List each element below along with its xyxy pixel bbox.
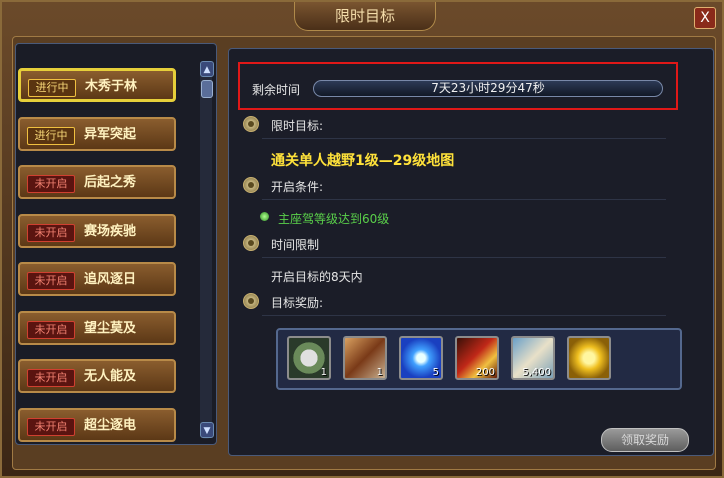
task-status-badge: 未开启 — [27, 272, 75, 290]
bullet-coin-icon — [243, 293, 259, 309]
task-status-badge: 进行中 — [28, 79, 76, 97]
divider — [262, 199, 666, 200]
reward-quantity: 1 — [320, 367, 327, 378]
task-label: 后起之秀 — [84, 175, 137, 190]
task-status-badge: 未开启 — [27, 223, 75, 242]
reward-quantity: 1 — [376, 367, 383, 378]
remaining-time-label: 剩余时间 — [252, 83, 301, 97]
task-status-badge: 未开启 — [27, 175, 75, 193]
reward-quantity: 5 — [432, 367, 439, 378]
time-limit-heading: 时间限制 — [271, 238, 320, 252]
condition-heading: 开启条件: — [271, 180, 324, 194]
character-card-icon[interactable]: 1 — [343, 336, 387, 380]
task-label: 木秀于林 — [85, 79, 138, 94]
task-label: 异军突起 — [84, 126, 137, 142]
task-item[interactable]: 未开启 后起之秀 — [18, 165, 176, 199]
task-label: 超尘逐电 — [84, 417, 137, 433]
goal-text: 通关单人越野1级—29级地图 — [271, 153, 455, 169]
divider — [262, 315, 666, 316]
scroll-up-icon[interactable]: ▲ — [200, 61, 214, 77]
divider — [262, 138, 666, 139]
task-item[interactable]: 未开启 无人能及 — [18, 359, 176, 393]
bullet-coin-icon — [243, 177, 259, 193]
scroll-thumb[interactable] — [201, 80, 213, 98]
task-label: 望尘莫及 — [84, 320, 137, 336]
window-title: 限时目标 — [294, 2, 436, 31]
condition-status-icon — [260, 212, 269, 221]
scroll-icon[interactable]: 5,400 — [511, 336, 555, 380]
divider — [262, 257, 666, 258]
scroll-down-icon[interactable]: ▼ — [200, 422, 214, 438]
bullet-coin-icon — [243, 235, 259, 251]
reward-quantity: 200 — [475, 367, 495, 378]
task-item[interactable]: 未开启 超尘逐电 — [18, 407, 176, 442]
task-item[interactable]: 未开启 追风逐日 — [18, 262, 176, 296]
task-item[interactable]: 进行中 异军突起 — [18, 116, 176, 151]
task-label: 无人能及 — [84, 369, 137, 384]
task-status-badge: 未开启 — [27, 320, 75, 339]
task-item[interactable]: 未开启 赛场疾驰 — [18, 213, 176, 248]
bullet-coin-icon — [243, 116, 259, 132]
task-status-badge: 未开启 — [27, 417, 75, 436]
condition-text: 主座驾等级达到60级 — [278, 212, 390, 226]
task-status-badge: 未开启 — [27, 369, 75, 387]
task-item[interactable]: 进行中 木秀于林 — [18, 68, 176, 102]
title-bar: 限时目标 X — [2, 2, 722, 32]
remaining-time-bar: 7天23小时29分47秒 — [313, 80, 663, 97]
gold-coin-icon[interactable] — [567, 336, 611, 380]
reward-quantity: 5,400 — [522, 367, 551, 378]
scroll-track[interactable] — [200, 61, 212, 439]
task-item[interactable]: 未开启 望尘莫及 — [18, 310, 176, 345]
blue-diamond-icon[interactable]: 5 — [399, 336, 443, 380]
claim-reward-button[interactable]: 领取奖励 — [601, 428, 689, 452]
goal-heading: 限时目标: — [271, 119, 324, 133]
time-limit-text: 开启目标的8天内 — [271, 270, 363, 284]
task-label: 赛场疾驰 — [84, 223, 137, 239]
task-status-badge: 进行中 — [27, 126, 75, 145]
red-boost-icon[interactable]: 200 — [455, 336, 499, 380]
gear-medal-icon[interactable]: 1 — [287, 336, 331, 380]
task-label: 追风逐日 — [84, 272, 137, 287]
close-button[interactable]: X — [694, 7, 716, 29]
reward-heading: 目标奖励: — [271, 296, 324, 310]
